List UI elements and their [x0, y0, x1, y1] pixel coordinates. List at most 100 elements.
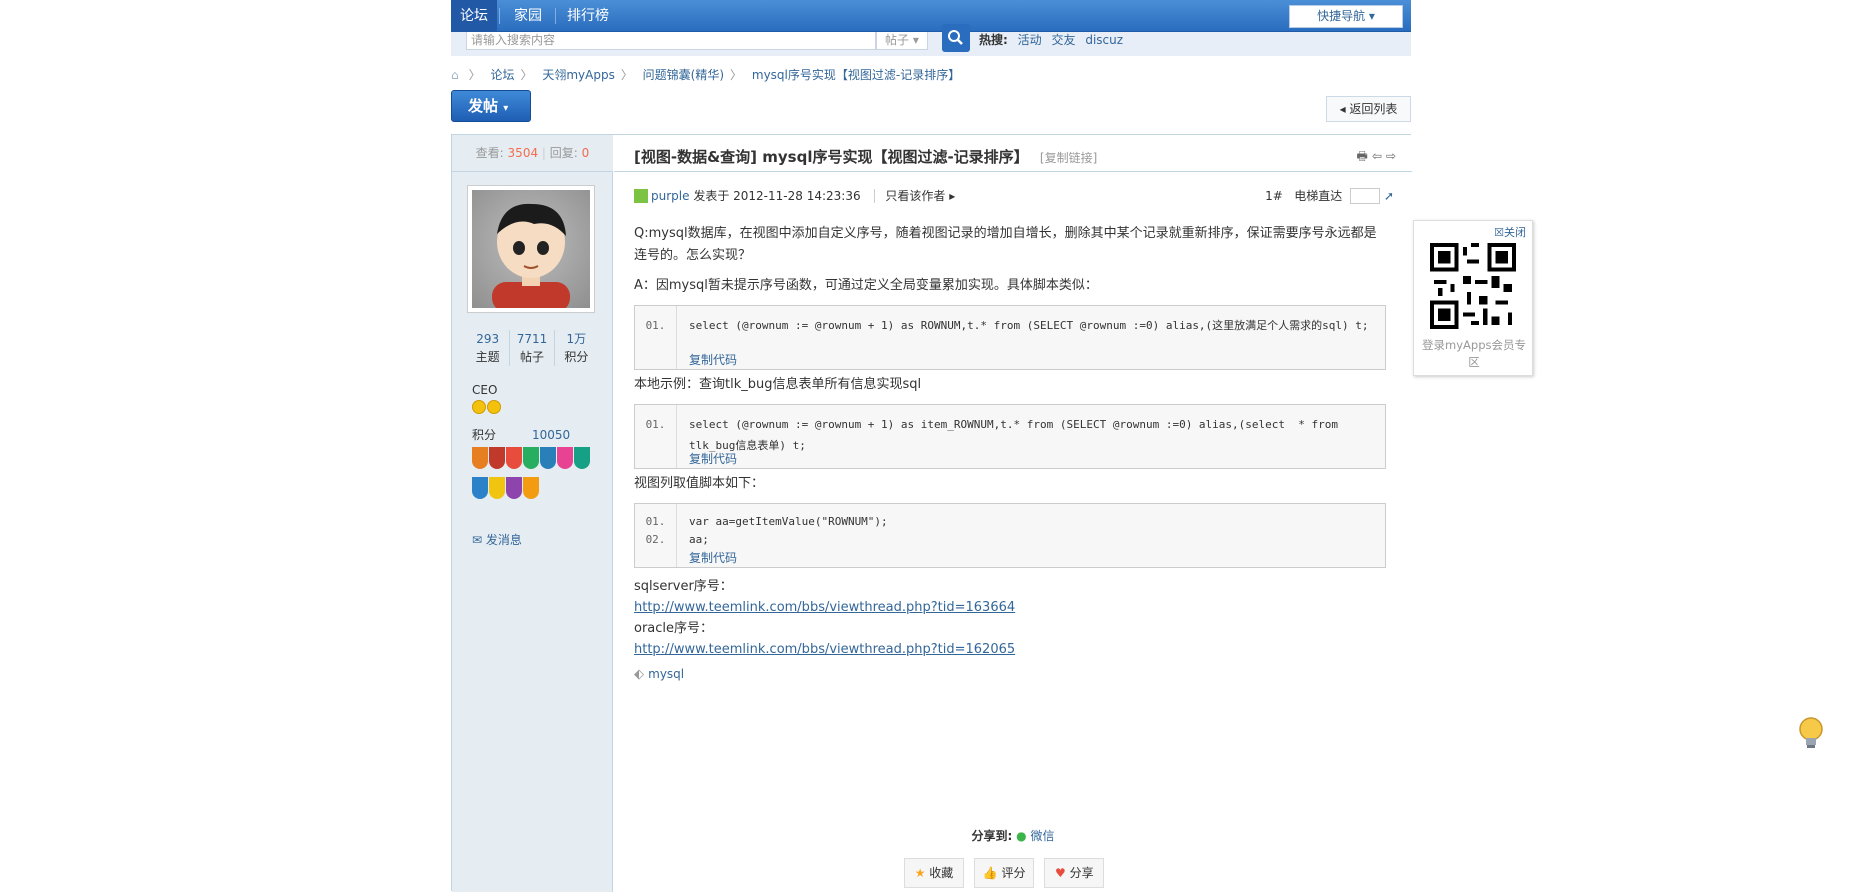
rate-label: 评分	[1001, 866, 1026, 880]
code-line-numbers: 01. 02.	[635, 504, 677, 567]
share-wechat-link[interactable]: 微信	[1030, 829, 1054, 843]
view-column-text: 视图列取值脚本如下：	[634, 476, 765, 491]
hot-word[interactable]: discuz	[1085, 33, 1123, 47]
tab-home[interactable]: 家园	[503, 0, 553, 32]
post-content-area: [视图-数据&查询] mysql序号实现【视图过滤-记录排序】 [复制链接] 🖶…	[614, 135, 1412, 892]
code-text: select (@rownum := @rownum + 1) as item_…	[689, 418, 1345, 452]
caret-down-icon: ▾	[503, 103, 509, 114]
wechat-icon: ●	[1016, 829, 1027, 843]
avatar[interactable]	[467, 185, 595, 313]
rank-stars	[472, 400, 502, 418]
back-to-list-button[interactable]: ◂ 返回列表	[1326, 96, 1411, 122]
rate-button[interactable]: 👍 评分	[974, 858, 1035, 888]
search-bar: 请输入搜索内容 帖子 ▾ 热搜: 活动 交友 discuz	[451, 24, 1411, 56]
share-row: 分享到: ● 微信	[614, 827, 1412, 844]
code-block-2: 01. select (@rownum := @rownum + 1) as i…	[634, 404, 1386, 469]
count-label: 积分	[564, 350, 589, 364]
elevator-input[interactable]	[1350, 188, 1381, 204]
heart-icon: ♥	[1054, 866, 1066, 880]
back-to-list-label: 返回列表	[1349, 102, 1398, 116]
quick-nav-button[interactable]: 快捷导航 ▾	[1289, 5, 1403, 28]
favorite-button[interactable]: ★ 收藏	[904, 858, 964, 888]
qr-close-label: 关闭	[1504, 226, 1526, 239]
only-author-link[interactable]: 只看该作者 ▸	[874, 189, 956, 203]
only-author-label: 只看该作者	[885, 189, 946, 203]
search-type-select[interactable]: 帖子 ▾	[876, 32, 928, 50]
code-line-numbers: 01.	[635, 405, 677, 468]
caret-left-icon: ◂	[1339, 102, 1346, 116]
author-name[interactable]: purple	[651, 189, 690, 203]
search-input[interactable]: 请输入搜索内容	[466, 32, 876, 50]
elevator-label: 电梯直达	[1294, 189, 1343, 203]
search-button[interactable]	[942, 24, 970, 52]
search-type-label: 帖子	[885, 33, 910, 47]
views-label: 查看:	[475, 146, 504, 160]
medal-list	[472, 447, 594, 507]
count-label: 帖子	[519, 350, 544, 364]
hot-word[interactable]: 活动	[1018, 33, 1042, 47]
tag-link[interactable]: mysql	[648, 667, 684, 681]
lightbulb-icon[interactable]	[1796, 716, 1826, 754]
qr-code-icon	[1430, 243, 1516, 329]
print-icon[interactable]: 🖶	[1357, 149, 1372, 163]
copy-code-button[interactable]: 复制代码	[689, 349, 737, 371]
medal-icon[interactable]	[523, 477, 539, 499]
medal-icon[interactable]	[472, 477, 488, 499]
new-post-button[interactable]: 发帖 ▾	[451, 90, 531, 122]
credit-value: 10050	[532, 428, 571, 442]
copy-code-button[interactable]: 复制代码	[689, 547, 737, 569]
send-message-link[interactable]: ✉ 发消息	[472, 531, 522, 548]
qr-close-button[interactable]: ☒关闭	[1494, 224, 1526, 240]
breadcrumb-thread[interactable]: mysql序号实现【视图过滤-记录排序】	[752, 68, 960, 82]
medal-icon[interactable]	[506, 477, 522, 499]
quick-nav-label: 快捷导航	[1317, 9, 1366, 23]
medal-icon[interactable]	[523, 447, 539, 469]
go-arrow-icon[interactable]: ➚	[1384, 189, 1394, 203]
local-example-text: 本地示例：查询tlk_bug信息表单所有信息实现sql	[634, 377, 922, 392]
breadcrumb-forum[interactable]: 论坛	[490, 68, 514, 82]
lightbulb-graphic	[1799, 717, 1823, 748]
breadcrumb-myapps[interactable]: 天翎myApps	[542, 68, 615, 82]
tab-forum[interactable]: 论坛	[451, 0, 497, 32]
nav-divider	[555, 8, 556, 24]
medal-icon[interactable]	[540, 447, 556, 469]
thread-stats: 查看: 3504 | 回复: 0	[452, 135, 613, 172]
oracle-text: oracle序号：	[634, 621, 714, 636]
hot-search: 热搜: 活动 交友 discuz	[979, 32, 1123, 48]
oracle-link[interactable]: http://www.teemlink.com/bbs/viewthread.p…	[634, 642, 1015, 657]
floor-elevator: 1# 电梯直达 ➚	[1265, 187, 1394, 204]
medal-icon[interactable]	[557, 447, 573, 469]
share-button[interactable]: ♥ 分享	[1044, 858, 1105, 888]
envelope-icon: ✉	[472, 533, 483, 547]
medal-icon[interactable]	[489, 447, 505, 469]
copy-link[interactable]: [复制链接]	[1040, 151, 1097, 165]
medal-icon[interactable]	[489, 477, 505, 499]
code-line-numbers: 01.	[635, 306, 677, 369]
tag-row: ⬖ mysql	[634, 663, 1386, 686]
replies-count: 0	[581, 146, 590, 160]
count-credits[interactable]: 1万积分	[555, 330, 598, 366]
caret-down-icon: ▾	[1368, 9, 1375, 23]
hot-search-label: 热搜:	[979, 33, 1008, 47]
tab-ranking[interactable]: 排行榜	[557, 0, 619, 32]
count-posts[interactable]: 7711 帖子	[510, 330, 555, 366]
sqlserver-link[interactable]: http://www.teemlink.com/bbs/viewthread.p…	[634, 600, 1015, 615]
share-btn-label: 分享	[1069, 866, 1094, 880]
medal-icon[interactable]	[574, 447, 590, 469]
replies-label: 回复:	[549, 146, 578, 160]
home-icon[interactable]: ⌂	[451, 68, 459, 82]
medal-icon[interactable]	[506, 447, 522, 469]
next-thread-icon[interactable]: ⇨	[1386, 149, 1400, 163]
prev-thread-icon[interactable]: ⇦	[1372, 149, 1386, 163]
count-threads[interactable]: 293 主题	[466, 330, 511, 366]
copy-code-button[interactable]: 复制代码	[689, 448, 737, 470]
hot-word[interactable]: 交友	[1051, 33, 1075, 47]
favorite-label: 收藏	[929, 866, 954, 880]
count-value: 7711	[516, 332, 548, 346]
thread-title: [视图-数据&查询] mysql序号实现【视图过滤-记录排序】 [复制链接]	[634, 146, 1097, 167]
medal-icon[interactable]	[472, 447, 488, 469]
post-meta: purple 发表于 2012-11-28 14:23:36 只看该作者 ▸ 1…	[634, 187, 1394, 204]
share-label: 分享到:	[971, 829, 1013, 843]
breadcrumb-essence[interactable]: 问题锦囊(精华)	[643, 68, 724, 82]
count-value: 1万	[566, 332, 587, 346]
